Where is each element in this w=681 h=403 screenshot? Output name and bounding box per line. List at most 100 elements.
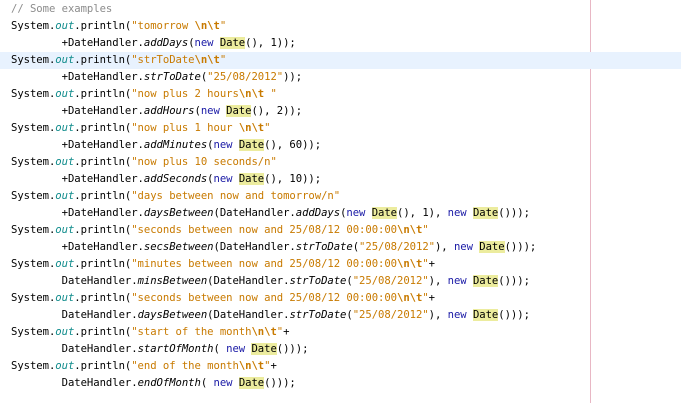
code-token: System. xyxy=(11,190,56,202)
field-token: out xyxy=(55,292,75,304)
method-token: daysBetween xyxy=(143,207,214,219)
code-token: ), xyxy=(428,275,448,287)
string-token: \n\t xyxy=(238,122,265,134)
highlighted-occurrence: Date xyxy=(472,309,499,321)
highlighted-occurrence: Date xyxy=(472,275,499,287)
code-line[interactable]: DateHandler.startOfMonth( new Date())); xyxy=(11,341,681,358)
method-token: strToDate xyxy=(143,71,201,83)
code-line[interactable]: DateHandler.endOfMonth( new Date())); xyxy=(11,375,681,392)
code-line[interactable]: System.out.println("minutes between now … xyxy=(11,256,681,273)
code-token: .println( xyxy=(74,122,132,134)
code-token: + xyxy=(428,258,435,270)
keyword-token: new xyxy=(346,207,366,219)
code-area[interactable]: // Some examples System.out.println("tomo… xyxy=(0,1,681,392)
string-token: "days between now and tomorrow/n" xyxy=(131,190,341,202)
field-token: out xyxy=(55,20,75,32)
method-token: addSeconds xyxy=(143,173,208,185)
keyword-token: new xyxy=(213,377,233,389)
string-token: "25/08/2012" xyxy=(352,309,429,321)
comment-line[interactable]: // Some examples xyxy=(11,1,681,18)
code-editor[interactable]: // Some examples System.out.println("tomo… xyxy=(0,0,681,403)
code-token: .println( xyxy=(74,156,132,168)
code-token: System. xyxy=(11,122,56,134)
code-line[interactable]: System.out.println("now plus 10 seconds/… xyxy=(11,154,681,171)
code-token: System. xyxy=(11,88,56,100)
method-token: startOfMonth xyxy=(137,343,214,355)
keyword-token: new xyxy=(447,207,467,219)
string-token: \n\t xyxy=(238,88,265,100)
code-line[interactable]: +DateHandler.addSeconds(new Date(), 10))… xyxy=(11,171,681,188)
string-token: "end of the month xyxy=(131,360,239,372)
keyword-token: new xyxy=(200,105,220,117)
code-line[interactable]: +DateHandler.addDays(new Date(), 1)); xyxy=(11,35,681,52)
code-token: +DateHandler. xyxy=(11,139,144,151)
method-token: secsBetween xyxy=(143,241,214,253)
code-token: (), 1), xyxy=(397,207,448,219)
method-token: strToDate xyxy=(295,241,353,253)
code-token: + xyxy=(283,326,290,338)
code-line[interactable]: +DateHandler.secsBetween(DateHandler.str… xyxy=(11,239,681,256)
field-token: out xyxy=(55,190,75,202)
code-token: (), 2)); xyxy=(251,105,303,117)
code-line[interactable]: System.out.println("seconds between now … xyxy=(11,222,681,239)
code-token: (DateHandler. xyxy=(213,241,296,253)
code-line[interactable]: System.out.println("start of the month\n… xyxy=(11,324,681,341)
code-token: ())); xyxy=(504,241,537,253)
code-line[interactable]: +DateHandler.addMinutes(new Date(), 60))… xyxy=(11,137,681,154)
code-token: (DateHandler. xyxy=(207,275,290,287)
code-token: ), xyxy=(428,309,448,321)
method-token: addMinutes xyxy=(143,139,208,151)
code-token: DateHandler. xyxy=(11,343,138,355)
code-line[interactable]: System.out.println("days between now and… xyxy=(11,188,681,205)
code-token: )); xyxy=(283,71,303,83)
string-token: " xyxy=(422,224,429,236)
code-line[interactable]: System.out.println("strToDate\n\t" xyxy=(0,52,681,69)
code-token: +DateHandler. xyxy=(11,37,144,49)
method-token: daysBetween xyxy=(137,309,208,321)
code-token: ())); xyxy=(498,309,530,321)
code-line[interactable]: DateHandler.daysBetween(DateHandler.strT… xyxy=(11,307,681,324)
field-token: out xyxy=(55,156,75,168)
code-line[interactable]: System.out.println("now plus 2 hours\n\t… xyxy=(11,86,681,103)
string-token: " xyxy=(219,54,227,66)
string-token: "now plus 10 seconds/n" xyxy=(131,156,277,168)
code-line[interactable]: System.out.println("now plus 1 hour \n\t… xyxy=(11,120,681,137)
code-line[interactable]: System.out.println("seconds between now … xyxy=(11,290,681,307)
method-token: strToDate xyxy=(289,309,347,321)
code-token: +DateHandler. xyxy=(11,71,144,83)
code-line[interactable]: DateHandler.minsBetween(DateHandler.strT… xyxy=(11,273,681,290)
field-token: out xyxy=(55,360,75,372)
code-line[interactable]: +DateHandler.addHours(new Date(), 2)); xyxy=(11,103,681,120)
string-token: \n\t xyxy=(238,360,265,372)
code-token: System. xyxy=(11,326,56,338)
string-token: "tomorrow xyxy=(131,20,195,32)
code-token: System. xyxy=(11,54,56,66)
keyword-token: new xyxy=(447,309,467,321)
field-token: out xyxy=(55,224,75,236)
code-line[interactable]: System.out.println("end of the month\n\t… xyxy=(11,358,681,375)
code-token: ())); xyxy=(498,207,530,219)
string-token: \n\t xyxy=(194,20,220,32)
code-token: DateHandler. xyxy=(11,309,138,321)
highlighted-occurrence: Date xyxy=(238,139,265,151)
code-token: (), 10)); xyxy=(264,173,322,185)
string-token: \n\t xyxy=(194,54,220,66)
code-token: +DateHandler. xyxy=(11,105,144,117)
method-token: addHours xyxy=(143,105,195,117)
code-token: (), 60)); xyxy=(264,139,322,151)
code-token: .println( xyxy=(74,224,132,236)
code-token: ())); xyxy=(264,377,296,389)
code-token: .println( xyxy=(74,20,132,32)
code-line[interactable]: System.out.println("tomorrow \n\t" xyxy=(11,18,681,35)
code-line[interactable]: +DateHandler.daysBetween(DateHandler.add… xyxy=(11,205,681,222)
field-token: out xyxy=(55,54,75,66)
code-token: DateHandler. xyxy=(11,275,138,287)
code-line[interactable]: +DateHandler.strToDate("25/08/2012")); xyxy=(11,69,681,86)
keyword-token: new xyxy=(453,241,473,253)
string-token: " xyxy=(264,122,271,134)
